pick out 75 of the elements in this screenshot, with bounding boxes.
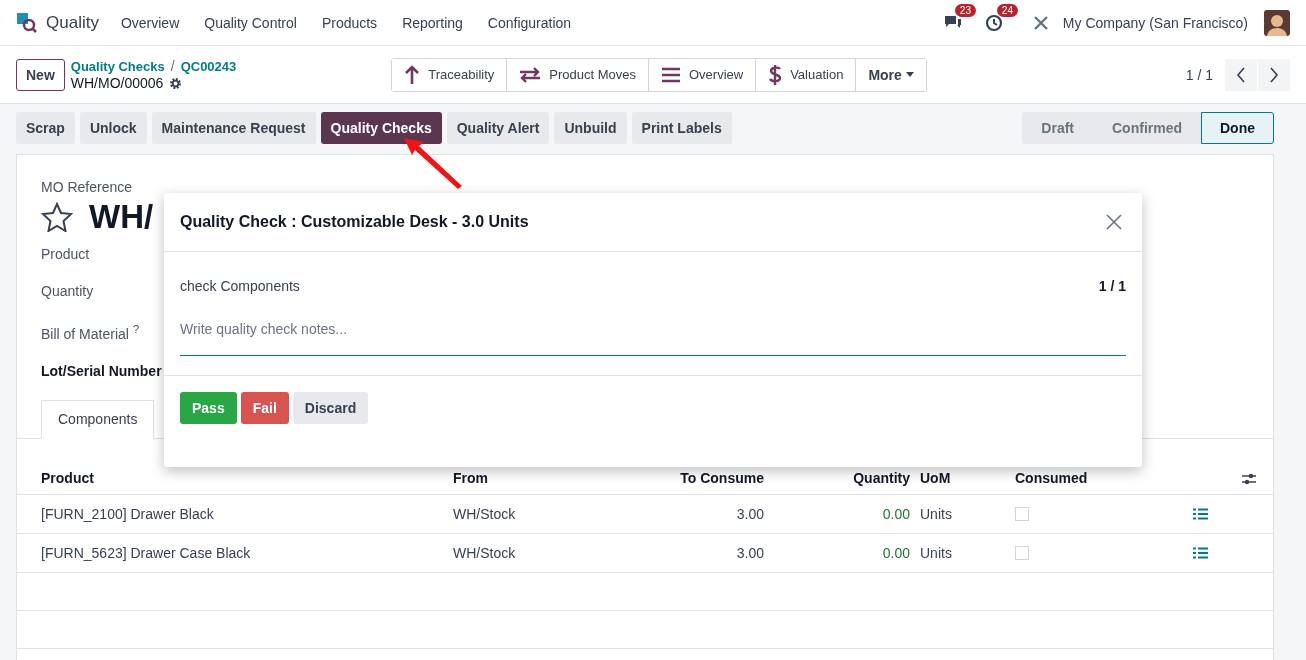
action-button[interactable]: Unlock <box>79 112 147 144</box>
dialog-button[interactable]: Discard <box>292 392 369 424</box>
app-logo-icon[interactable] <box>16 11 38 34</box>
new-button[interactable]: New <box>16 58 65 91</box>
field-label: Quantity <box>41 283 94 300</box>
list-icon <box>660 66 681 83</box>
checkbox[interactable] <box>1015 545 1029 560</box>
smart-button[interactable]: Traceability <box>392 58 508 91</box>
action-button[interactable]: Quality Checks <box>320 112 442 144</box>
table-cell-text: 3.00 <box>735 505 764 522</box>
step-counter: 1 / 1 <box>1098 278 1126 294</box>
action-button[interactable]: Quality Alert <box>446 112 550 144</box>
status-stage[interactable]: Draft <box>1022 112 1093 144</box>
table-cell-text: Units <box>919 505 953 522</box>
menu-item[interactable]: Reporting <box>402 14 463 31</box>
next-button[interactable] <box>1258 58 1290 91</box>
caret-icon <box>905 72 914 77</box>
chevron-left-icon <box>1236 66 1246 83</box>
notebook-tab[interactable]: Components <box>41 399 155 439</box>
menu-item[interactable]: Products <box>321 14 378 31</box>
pager-value: 1 / 1 <box>1185 66 1213 83</box>
close-icon <box>1106 214 1122 230</box>
arrow-annotation <box>402 136 464 190</box>
breadcrumb-link[interactable]: QC00243 <box>180 58 237 74</box>
clock-icon[interactable] <box>984 13 1003 32</box>
column-header[interactable]: To Consume <box>653 469 764 486</box>
chevron-right-icon <box>1269 66 1279 83</box>
record-title: WH/ <box>89 198 154 236</box>
column-header[interactable]: Quantity <box>764 469 910 486</box>
company-name[interactable]: My Company (San Francisco) <box>1062 14 1248 31</box>
record-name: WH/MO/00006 <box>70 75 164 91</box>
exchange-icon <box>519 66 542 83</box>
checkbox[interactable] <box>1015 506 1029 521</box>
field-label: MO Reference <box>41 179 134 195</box>
user-avatar[interactable] <box>1264 9 1290 36</box>
action-button[interactable]: Unbuild <box>554 112 627 144</box>
previous-button[interactable] <box>1225 58 1257 91</box>
column-header[interactable]: UoM <box>910 469 1015 486</box>
breadcrumb-link[interactable]: Quality Checks <box>70 58 165 74</box>
table-cell-text: 0.00 <box>881 544 910 561</box>
arrow-up-icon <box>404 64 421 85</box>
dialog-button[interactable]: Fail <box>240 392 289 424</box>
activity-count-badge: 24 <box>996 3 1018 17</box>
action-button[interactable]: Scrap <box>16 112 75 144</box>
list-details-icon[interactable] <box>1193 507 1208 520</box>
table-cell-text: 0.00 <box>881 505 910 522</box>
menu-item[interactable]: Configuration <box>487 14 572 31</box>
table-cell-text: [FURN_2100] Drawer Black <box>41 505 215 522</box>
field-label: Bill of Material $^{?}$ <box>41 321 140 343</box>
table-cell-text: WH/Stock <box>453 505 517 522</box>
dialog-title: Quality Check : Customizable Desk - 3.0 Units <box>180 213 530 231</box>
breadcrumb-separator: / <box>170 58 175 74</box>
action-button[interactable]: Maintenance Request <box>151 112 316 144</box>
table-cell-text: WH/Stock <box>453 544 517 561</box>
sliders-icon[interactable] <box>1241 471 1257 486</box>
action-button[interactable]: Print Labels <box>631 112 732 144</box>
star-icon[interactable] <box>41 202 73 232</box>
app-name[interactable]: Quality <box>46 12 99 33</box>
step-name: check Components <box>180 278 300 294</box>
message-count-badge: 23 <box>954 3 976 17</box>
list-details-icon[interactable] <box>1193 546 1208 559</box>
status-stage[interactable]: Done <box>1201 112 1274 144</box>
table-cell-text: Units <box>919 544 953 561</box>
column-header[interactable]: From <box>453 469 653 486</box>
field-label: Product <box>41 246 90 263</box>
gear-icon[interactable] <box>169 76 183 90</box>
dollar-icon <box>768 63 783 86</box>
menu-item[interactable]: Overview <box>120 14 180 31</box>
menu-item[interactable]: Quality Control <box>204 14 297 31</box>
column-header[interactable]: Product <box>41 469 453 486</box>
status-stage[interactable]: Confirmed <box>1093 112 1201 144</box>
field-label: Lot/Serial Number <box>41 362 162 380</box>
table-cell-text: 3.00 <box>735 544 764 561</box>
table-cell-text: [FURN_5623] Drawer Case Black <box>41 544 252 561</box>
column-header[interactable]: Consumed <box>1015 469 1175 486</box>
